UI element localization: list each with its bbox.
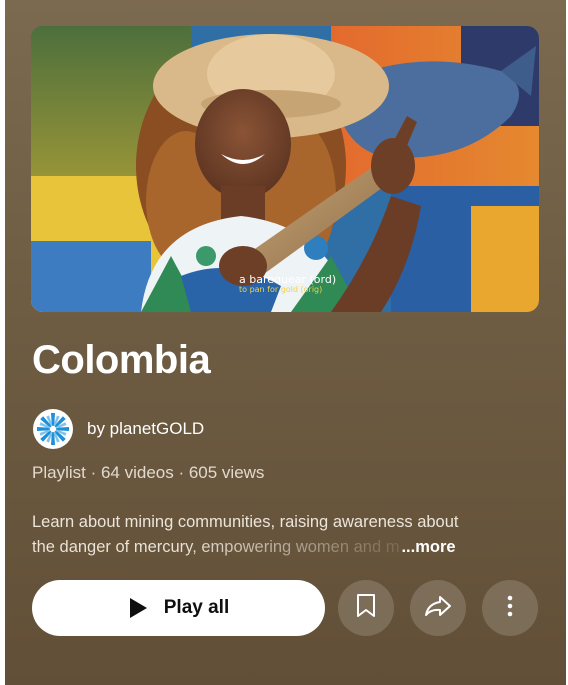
share-arrow-icon: [424, 594, 452, 623]
caption-line-2: to pan for gold (orig): [239, 284, 323, 294]
description-line-2: the danger of mercury, empowering women …: [32, 535, 399, 560]
more-menu-button[interactable]: [482, 580, 538, 636]
caption-line-1: a barequear (ord): [239, 273, 337, 286]
channel-row[interactable]: by planetGOLD: [33, 408, 204, 450]
play-icon: [128, 597, 148, 619]
playlist-description[interactable]: Learn about mining communities, raising …: [32, 510, 544, 560]
playlist-title: Colombia: [32, 338, 211, 382]
description-line-1: Learn about mining communities, raising …: [32, 513, 459, 531]
bookmark-icon: [355, 593, 377, 624]
playlist-thumbnail[interactable]: a barequear (ord) to pan for gold (orig): [31, 26, 539, 312]
playlist-meta: Playlist · 64 videos · 605 views: [32, 463, 265, 482]
play-all-button[interactable]: Play all: [32, 580, 325, 636]
more-vertical-icon: [507, 595, 513, 622]
thumbnail-image: [31, 26, 539, 312]
thumbnail-caption: a barequear (ord) to pan for gold (orig): [239, 274, 336, 294]
more-link[interactable]: ...more: [401, 535, 455, 560]
save-button[interactable]: [338, 580, 394, 636]
channel-byline[interactable]: by planetGOLD: [87, 419, 204, 439]
playlist-header: a barequear (ord) to pan for gold (orig)…: [5, 0, 566, 685]
channel-avatar[interactable]: [33, 409, 73, 449]
starburst-logo-icon: [37, 413, 69, 445]
share-button[interactable]: [410, 580, 466, 636]
play-all-label: Play all: [163, 597, 230, 618]
